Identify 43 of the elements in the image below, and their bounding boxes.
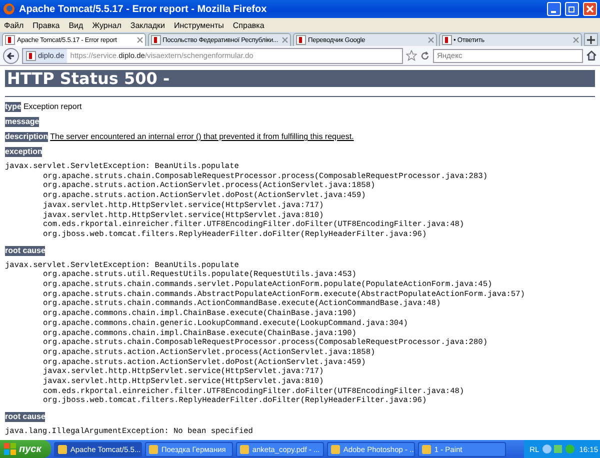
app-icon	[240, 444, 250, 454]
site-icon	[26, 50, 36, 60]
page-heading: HTTP Status 500 -	[5, 70, 595, 87]
menu-item[interactable]: Инструменты	[174, 20, 224, 30]
field-text: The server encountered an internal error () that prevented it from fulfilling this request.	[50, 132, 354, 142]
tab-close-icon[interactable]	[136, 37, 143, 43]
field-label: description	[5, 132, 48, 142]
field-text: Exception report	[23, 102, 82, 112]
restore-button[interactable]	[565, 2, 579, 16]
menu-item[interactable]: Вид	[68, 20, 84, 30]
field-label: root cause	[5, 412, 46, 422]
back-arrow-icon	[6, 50, 16, 60]
start-button[interactable]: пуск	[0, 440, 52, 458]
browser-icon	[3, 3, 15, 15]
field-label: exception	[5, 147, 42, 157]
home-icon[interactable]	[586, 50, 597, 61]
field-label: message	[5, 117, 40, 127]
menu-item[interactable]: Закладки	[130, 20, 166, 30]
app-icon	[149, 444, 158, 454]
reload-icon[interactable]	[420, 50, 430, 60]
app-icon	[422, 444, 432, 454]
app-icon	[331, 444, 340, 454]
new-tab-button[interactable]	[584, 33, 598, 46]
menu-item[interactable]: Файл	[4, 20, 24, 30]
close-button[interactable]	[583, 2, 597, 16]
star-icon[interactable]	[406, 50, 417, 61]
tab-close-icon[interactable]	[282, 37, 288, 43]
app-icon	[58, 444, 68, 454]
minimize-button[interactable]	[547, 2, 561, 16]
tab-close-icon[interactable]	[428, 37, 434, 43]
window-title: Apache Tomcat/5.5.17 - Error report - Mozilla Firefox	[19, 4, 268, 14]
tray-icons-drawing[interactable]	[542, 444, 576, 454]
menu-item[interactable]: Справка	[232, 20, 264, 30]
field-label: type	[5, 102, 22, 112]
close-icon	[586, 5, 594, 13]
menu-item[interactable]: Журнал	[92, 20, 122, 30]
field-label: root cause	[5, 246, 46, 256]
plus-icon	[587, 36, 596, 44]
back-button[interactable]	[3, 48, 19, 64]
flag-icon	[4, 443, 16, 455]
tab-close-icon[interactable]	[573, 37, 580, 43]
menu-item[interactable]: Правка	[32, 20, 60, 30]
restore-icon	[568, 5, 576, 13]
